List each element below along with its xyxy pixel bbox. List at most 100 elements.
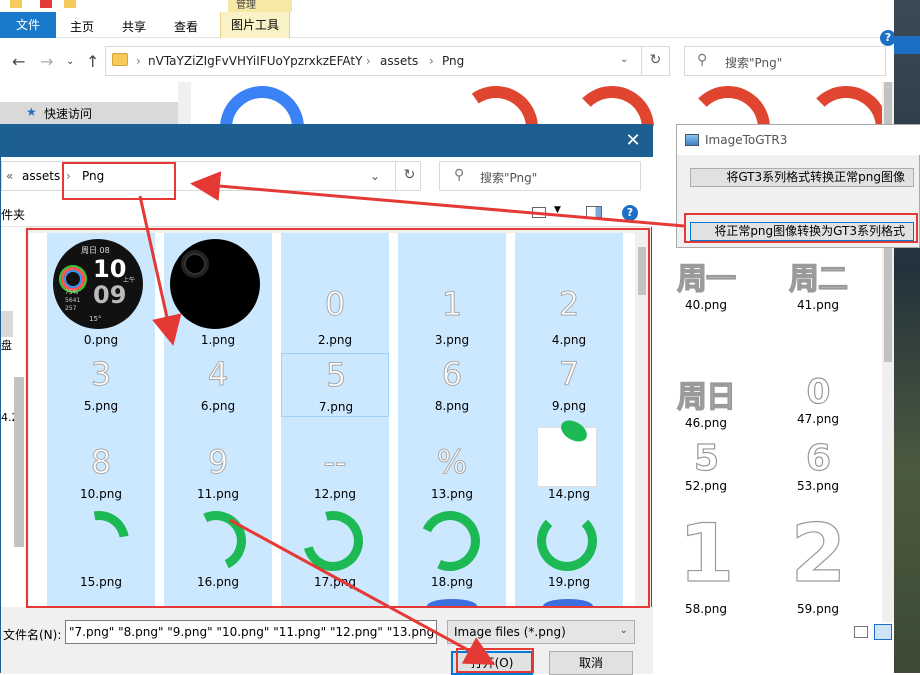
new-folder-button[interactable]: 件夹 <box>1 206 25 223</box>
breadcrumb-assets[interactable]: assets <box>380 54 418 68</box>
tab-file[interactable]: 文件 <box>0 12 56 38</box>
app-icon <box>685 134 699 146</box>
thumbnail-image: 6 <box>805 437 831 479</box>
nav-pane-scrollbar[interactable] <box>14 377 24 547</box>
file-type-select[interactable]: Image files (*.png) ⌄ <box>447 620 635 644</box>
forward-arrow-icon[interactable]: → <box>40 52 53 71</box>
file-label: 41.png <box>797 298 839 312</box>
breadcrumb-separator: › <box>366 54 371 68</box>
breadcrumb-separator: › <box>136 54 141 68</box>
breadcrumb-project[interactable]: nVTaYZiZIgFvVHYiIFUoYpzrxkzEFAtY <box>148 54 362 68</box>
view-mode-switch <box>850 624 900 642</box>
thumbnail-image: 2 <box>790 506 847 600</box>
details-view-icon[interactable] <box>854 626 868 638</box>
explorer-navigation-bar: ← → ⌄ ↑ › nVTaYZiZIgFvVHYiIFUoYpzrxkzEFA… <box>0 42 920 80</box>
dialog-search-box[interactable]: ⚲ 搜索"Png" <box>439 161 641 191</box>
thumbnail-image: 周二 <box>788 261 848 297</box>
up-arrow-icon[interactable]: ↑ <box>86 52 99 71</box>
close-icon[interactable]: ✕ <box>621 129 645 153</box>
annotation-box-convert-button <box>684 213 918 243</box>
file-thumbnail[interactable]: 5 52.png <box>658 437 754 493</box>
nav-pane-item-label[interactable]: 盘 <box>1 337 12 353</box>
ribbon-tabs: 文件 主页 共享 查看 管理 图片工具 ⌄ ? <box>0 0 920 46</box>
tab-manage[interactable]: 管理 <box>228 0 292 12</box>
breadcrumb-separator: › <box>429 54 434 68</box>
explorer-search-box[interactable]: ⚲ 搜索"Png" <box>684 46 886 76</box>
dialog-footer: 文件名(N): "7.png" "8.png" "9.png" "10.png"… <box>1 607 653 675</box>
sidebar-item-quick-access[interactable]: ★ 快速访问 <box>0 102 178 124</box>
annotation-box-open-button <box>456 648 534 673</box>
thumbnail-image: 5 <box>693 437 719 479</box>
recent-chevron-icon[interactable]: ⌄ <box>66 56 74 67</box>
thumbnail-image: 0 <box>806 371 831 412</box>
dialog-toolbar: 件夹 ▼ ? <box>1 199 653 227</box>
gtr3-window-title: ImageToGTR3 <box>705 133 788 147</box>
file-label: 53.png <box>797 479 839 493</box>
thumbnail-ring-blue[interactable] <box>220 86 304 126</box>
breadcrumb-png[interactable]: Png <box>442 54 464 68</box>
thumbnail-ring-red[interactable] <box>570 86 654 126</box>
thumbnail-image: 1 <box>678 506 735 600</box>
thumbnail-ring-red[interactable] <box>454 86 538 126</box>
file-thumbnail[interactable]: 0 47.png <box>770 371 866 426</box>
large-icons-view-icon[interactable] <box>874 624 892 640</box>
star-icon: ★ <box>26 105 37 119</box>
desktop-background <box>894 0 920 673</box>
annotation-box-breadcrumb <box>62 162 176 200</box>
refresh-icon[interactable]: ↻ <box>641 46 669 76</box>
address-dropdown-icon[interactable]: ⌄ <box>620 54 628 65</box>
folder-icon <box>112 53 128 66</box>
tab-share[interactable]: 共享 <box>114 16 154 38</box>
search-icon: ⚲ <box>454 167 465 183</box>
breadcrumb-assets[interactable]: assets <box>22 169 60 183</box>
thumbnail-ring-red[interactable] <box>686 86 770 126</box>
file-label: 52.png <box>685 479 727 493</box>
view-options-icon[interactable] <box>532 207 546 218</box>
file-thumbnail[interactable]: 周二 41.png <box>770 254 866 312</box>
convert-gt3-to-png-button[interactable]: 将GT3系列格式转换正常png图像 <box>690 168 914 187</box>
chevron-down-icon[interactable]: ▼ <box>554 205 561 215</box>
dialog-titlebar: ✕ <box>1 125 653 157</box>
properties-icon[interactable] <box>40 0 52 8</box>
filename-label: 文件名(N): <box>3 628 62 642</box>
filename-input[interactable]: "7.png" "8.png" "9.png" "10.png" "11.png… <box>65 620 437 644</box>
tab-home[interactable]: 主页 <box>62 16 102 38</box>
file-label: 47.png <box>797 412 839 426</box>
file-thumbnail[interactable]: 1 58.png <box>658 506 754 616</box>
tab-view[interactable]: 查看 <box>166 16 206 38</box>
refresh-icon[interactable]: ↻ <box>395 161 423 191</box>
file-type-value: Image files (*.png) <box>454 625 566 639</box>
breadcrumb-overflow[interactable]: « <box>6 169 13 183</box>
new-folder-icon[interactable] <box>64 0 76 8</box>
cancel-button[interactable]: 取消 <box>549 651 633 675</box>
dialog-navigation-pane: 盘 4.2 <box>1 227 25 607</box>
help-icon[interactable]: ? <box>622 205 638 221</box>
search-placeholder: 搜索"Png" <box>480 171 538 185</box>
preview-pane-icon[interactable] <box>586 206 602 218</box>
thumbnail-image: 周一 <box>676 261 736 297</box>
file-label: 40.png <box>685 298 727 312</box>
address-dropdown-icon[interactable]: ⌄ <box>370 169 380 183</box>
thumbnail-ring-red[interactable] <box>804 86 888 126</box>
file-thumbnail[interactable]: 周日 46.png <box>658 372 754 430</box>
folder-icon <box>10 0 22 8</box>
annotation-box-file-list <box>26 228 650 608</box>
file-label: 46.png <box>685 416 727 430</box>
sidebar-item-label: 快速访问 <box>44 107 93 121</box>
search-placeholder: 搜索"Png" <box>725 56 783 70</box>
desktop-icon <box>894 36 920 54</box>
thumbnail-image: 周日 <box>676 379 736 415</box>
tab-picture-tools[interactable]: 图片工具 <box>220 12 291 38</box>
file-label: 58.png <box>685 602 727 616</box>
explorer-titlebar <box>0 0 920 12</box>
nav-pane-selected-item[interactable] <box>1 311 13 337</box>
file-label: 59.png <box>797 602 839 616</box>
file-thumbnail[interactable]: 周一 40.png <box>658 254 754 312</box>
chevron-down-icon: ⌄ <box>619 625 628 636</box>
gtr3-titlebar: ImageToGTR3 <box>677 125 920 155</box>
file-thumbnail[interactable]: 6 53.png <box>770 437 866 493</box>
explorer-address-bar[interactable]: › nVTaYZiZIgFvVHYiIFUoYpzrxkzEFAtY › ass… <box>105 46 670 76</box>
file-thumbnail[interactable]: 2 59.png <box>770 506 866 616</box>
back-arrow-icon[interactable]: ← <box>12 52 25 71</box>
search-icon: ⚲ <box>697 52 708 68</box>
